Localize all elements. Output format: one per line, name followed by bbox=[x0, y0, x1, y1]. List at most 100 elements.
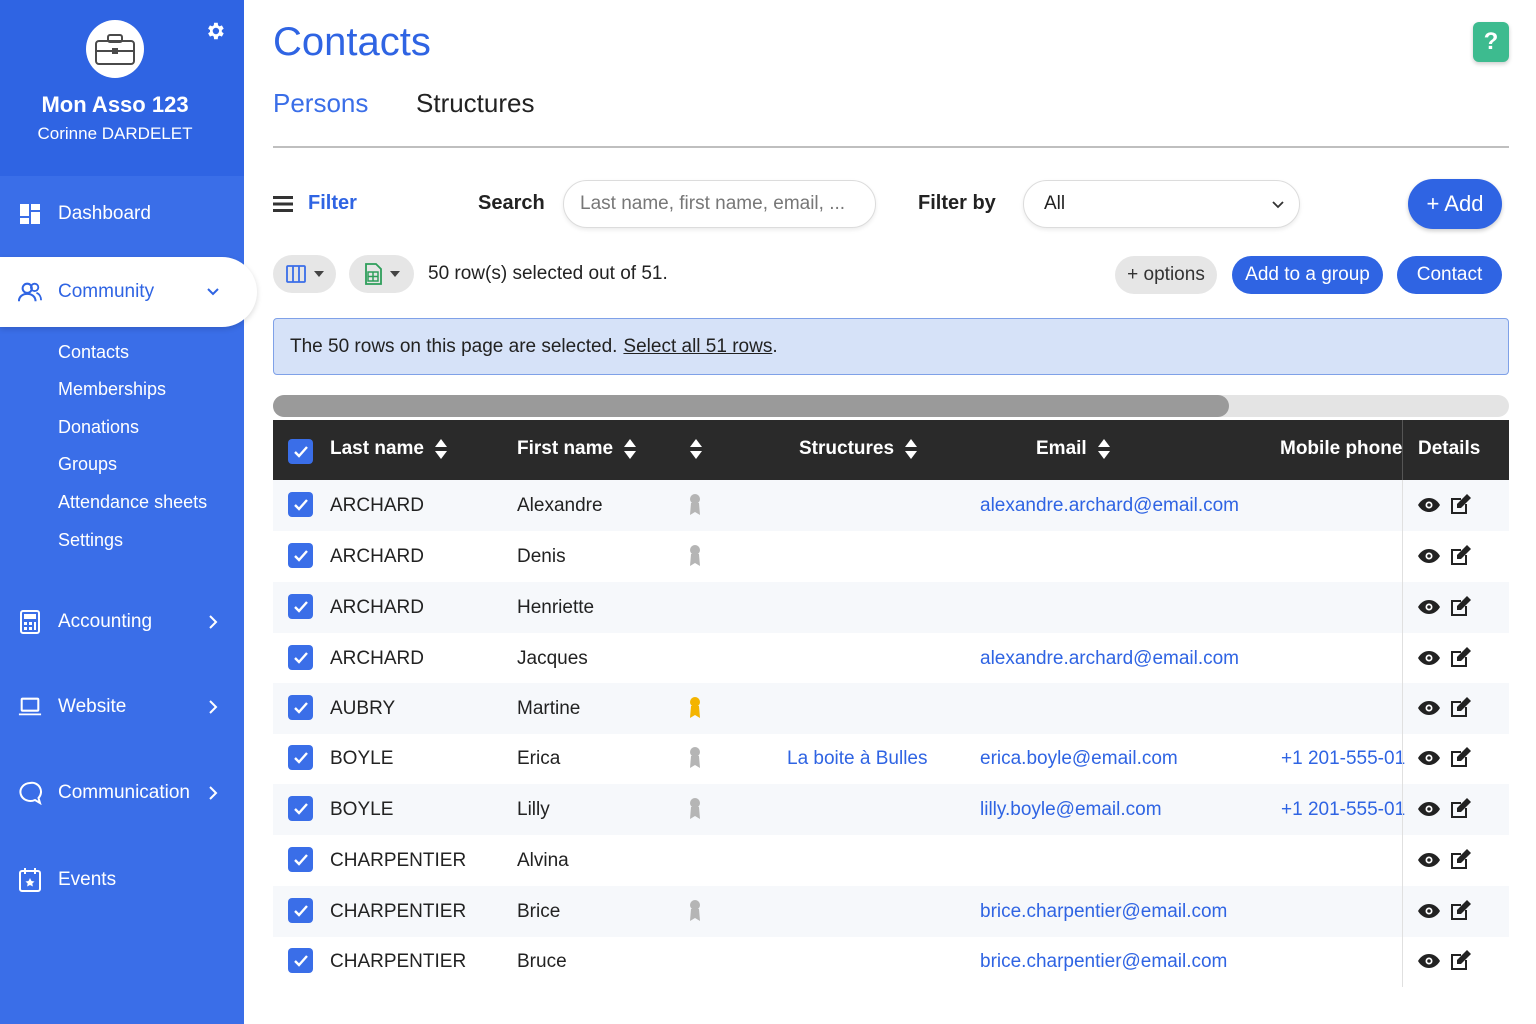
table-row[interactable]: AUBRY Martine bbox=[273, 683, 1509, 734]
table-row[interactable]: CHARPENTIER Bruce brice.charpentier@email.… bbox=[273, 936, 1509, 987]
add-to-group-button[interactable]: Add to a group bbox=[1232, 256, 1383, 294]
column-email[interactable]: Email bbox=[1036, 438, 1111, 460]
edit-icon[interactable] bbox=[1448, 646, 1472, 670]
gear-icon[interactable] bbox=[204, 20, 226, 42]
sub-item-donations[interactable]: Donations bbox=[58, 417, 139, 438]
selection-banner: The 50 rows on this page are selected. S… bbox=[273, 318, 1509, 375]
row-checkbox[interactable] bbox=[288, 847, 313, 872]
view-eye-icon[interactable] bbox=[1417, 696, 1441, 720]
row-checkbox[interactable] bbox=[288, 543, 313, 568]
view-eye-icon[interactable] bbox=[1417, 899, 1441, 923]
table-row[interactable]: ARCHARD Denis bbox=[273, 531, 1509, 582]
cell-first-name: Erica bbox=[517, 748, 561, 769]
view-eye-icon[interactable] bbox=[1417, 595, 1441, 619]
cell-last-name: ARCHARD bbox=[330, 546, 424, 567]
sub-item-settings[interactable]: Settings bbox=[58, 530, 123, 551]
tab-persons[interactable]: Persons bbox=[273, 88, 368, 119]
table-header: Last name First name Structures Email Mo… bbox=[273, 420, 1509, 480]
sidebar-header: Mon Asso 123 Corinne DARDELET bbox=[0, 0, 244, 176]
cell-email[interactable]: erica.boyle@email.com bbox=[980, 748, 1178, 770]
filter-by-select[interactable]: All bbox=[1023, 180, 1300, 228]
nav-website[interactable]: Website bbox=[0, 679, 244, 735]
select-all-link[interactable]: Select all 51 rows bbox=[623, 336, 772, 358]
edit-icon[interactable] bbox=[1448, 696, 1472, 720]
menu-icon[interactable] bbox=[273, 194, 293, 214]
options-button[interactable]: + options bbox=[1115, 256, 1217, 294]
help-button[interactable]: ? bbox=[1473, 22, 1509, 62]
table-row[interactable]: ARCHARD Alexandre alexandre.archard@email.… bbox=[273, 480, 1509, 531]
row-checkbox[interactable] bbox=[288, 796, 313, 821]
view-eye-icon[interactable] bbox=[1417, 797, 1441, 821]
view-eye-icon[interactable] bbox=[1417, 646, 1441, 670]
sub-item-memberships[interactable]: Memberships bbox=[58, 379, 166, 400]
nav-accounting[interactable]: Accounting bbox=[0, 594, 244, 650]
nav-label: Events bbox=[58, 869, 117, 890]
table-row[interactable]: BOYLE Erica La boite à Bulles erica.boyle@e… bbox=[273, 733, 1509, 784]
columns-menu-button[interactable] bbox=[273, 255, 336, 293]
filter-by-value: All bbox=[1044, 193, 1066, 214]
horizontal-scrollbar[interactable] bbox=[273, 395, 1509, 417]
edit-icon[interactable] bbox=[1448, 949, 1472, 973]
cell-email[interactable]: alexandre.archard@email.com bbox=[980, 495, 1239, 517]
cell-first-name: Lilly bbox=[517, 799, 550, 820]
edit-icon[interactable] bbox=[1448, 899, 1472, 923]
cell-last-name: ARCHARD bbox=[330, 597, 424, 618]
organization-logo[interactable] bbox=[86, 20, 144, 78]
cell-structure[interactable]: La boite à Bulles bbox=[787, 748, 928, 770]
row-checkbox[interactable] bbox=[288, 745, 313, 770]
edit-icon[interactable] bbox=[1448, 595, 1472, 619]
row-checkbox[interactable] bbox=[288, 898, 313, 923]
view-eye-icon[interactable] bbox=[1417, 493, 1441, 517]
cell-email[interactable]: brice.charpentier@email.com bbox=[980, 951, 1227, 973]
cell-mobile-phone[interactable]: +1 201-555-01 bbox=[1281, 799, 1405, 821]
column-membership[interactable] bbox=[679, 438, 703, 460]
export-menu-button[interactable] bbox=[349, 255, 414, 293]
nav-dashboard[interactable]: Dashboard bbox=[0, 186, 244, 242]
cell-email[interactable]: alexandre.archard@email.com bbox=[980, 648, 1239, 670]
sub-item-attendance-sheets[interactable]: Attendance sheets bbox=[58, 492, 207, 513]
view-eye-icon[interactable] bbox=[1417, 746, 1441, 770]
column-first-name[interactable]: First name bbox=[517, 438, 637, 460]
nav-community[interactable]: Community bbox=[0, 257, 257, 327]
cell-mobile-phone[interactable]: +1 201-555-01 bbox=[1281, 748, 1405, 770]
briefcase-icon bbox=[95, 34, 135, 65]
edit-icon[interactable] bbox=[1448, 746, 1472, 770]
view-eye-icon[interactable] bbox=[1417, 848, 1441, 872]
table-row[interactable]: BOYLE Lilly lilly.boyle@email.com +1 201-55… bbox=[273, 784, 1509, 835]
row-checkbox[interactable] bbox=[288, 948, 313, 973]
contact-button[interactable]: Contact bbox=[1397, 256, 1502, 294]
nav-events[interactable]: Events bbox=[0, 852, 244, 908]
cell-email[interactable]: lilly.boyle@email.com bbox=[980, 799, 1162, 821]
cell-last-name: CHARPENTIER bbox=[330, 951, 467, 972]
edit-icon[interactable] bbox=[1448, 544, 1472, 568]
search-input[interactable] bbox=[563, 180, 876, 228]
row-checkbox[interactable] bbox=[288, 645, 313, 670]
row-checkbox[interactable] bbox=[288, 594, 313, 619]
cell-email[interactable]: brice.charpentier@email.com bbox=[980, 901, 1227, 923]
row-checkbox[interactable] bbox=[288, 695, 313, 720]
edit-icon[interactable] bbox=[1448, 848, 1472, 872]
sort-icon bbox=[624, 439, 637, 459]
scrollbar-thumb[interactable] bbox=[273, 395, 1229, 417]
column-structures[interactable]: Structures bbox=[799, 438, 918, 460]
row-checkbox[interactable] bbox=[288, 492, 313, 517]
column-last-name[interactable]: Last name bbox=[330, 438, 448, 460]
tab-structures[interactable]: Structures bbox=[416, 88, 535, 119]
table-row[interactable]: CHARPENTIER Alvina bbox=[273, 835, 1509, 886]
sub-item-groups[interactable]: Groups bbox=[58, 454, 117, 475]
table-row[interactable]: ARCHARD Henriette bbox=[273, 582, 1509, 633]
caret-down-icon bbox=[389, 271, 400, 277]
column-label: Mobile phone bbox=[1280, 438, 1403, 459]
table-row[interactable]: CHARPENTIER Brice brice.charpentier@email.… bbox=[273, 886, 1509, 937]
view-eye-icon[interactable] bbox=[1417, 544, 1441, 568]
nav-communication[interactable]: Communication bbox=[0, 765, 244, 821]
column-mobile-phone[interactable]: Mobile phone bbox=[1280, 438, 1402, 460]
add-button[interactable]: + Add bbox=[1408, 179, 1502, 229]
table-row[interactable]: ARCHARD Jacques alexandre.archard@email.co… bbox=[273, 633, 1509, 684]
edit-icon[interactable] bbox=[1448, 493, 1472, 517]
edit-icon[interactable] bbox=[1448, 797, 1472, 821]
view-eye-icon[interactable] bbox=[1417, 949, 1441, 973]
filter-toggle[interactable]: Filter bbox=[308, 192, 357, 215]
sub-item-contacts[interactable]: Contacts bbox=[58, 342, 129, 363]
select-all-checkbox[interactable] bbox=[288, 439, 313, 464]
